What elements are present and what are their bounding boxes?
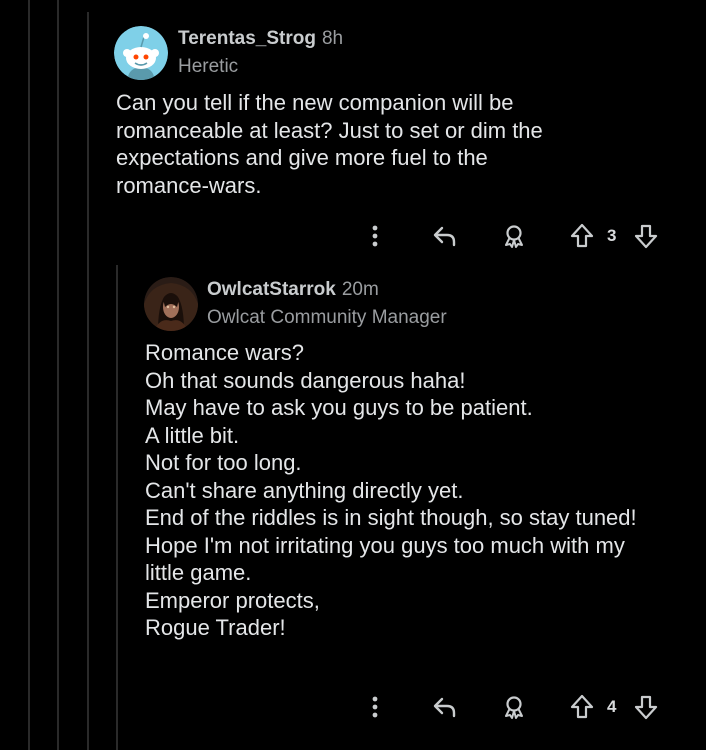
comment-owlcatstarrok: OwlcatStarrok 20m Owlcat Community Manage… bbox=[0, 262, 706, 750]
upvote-icon[interactable] bbox=[566, 218, 598, 254]
author-line: OwlcatStarrok 20m bbox=[207, 279, 379, 301]
upvote-icon[interactable] bbox=[566, 689, 598, 725]
comment-terentas: Terentas_Strog 8h Heretic Can you tell if… bbox=[0, 0, 706, 262]
more-icon[interactable] bbox=[360, 689, 390, 725]
award-icon[interactable] bbox=[497, 218, 531, 254]
comment-body-line: Romance wars? bbox=[145, 340, 304, 365]
comment-body-line: May have to ask you guys to be patient. bbox=[145, 395, 533, 420]
more-icon[interactable] bbox=[360, 218, 390, 254]
timestamp: 20m bbox=[341, 279, 379, 300]
author-name[interactable]: OwlcatStarrok bbox=[207, 279, 336, 300]
user-flair: Owlcat Community Manager bbox=[207, 307, 447, 328]
user-flair: Heretic bbox=[178, 56, 239, 77]
vote-count: 3 bbox=[607, 226, 617, 245]
comment-body-line: Hope I'm not irritating you guys too muc… bbox=[145, 532, 625, 558]
comment-body-line: A little bit. bbox=[145, 422, 240, 448]
comment-body: Can you tell if the new companion will b… bbox=[116, 89, 543, 199]
author-line: Terentas_Strog 8h bbox=[178, 28, 343, 50]
comment-body-line: Oh that sounds dangerous haha! bbox=[145, 367, 466, 393]
character-portrait-avatar[interactable] bbox=[144, 277, 198, 331]
reply-icon[interactable] bbox=[428, 218, 462, 254]
comment-body-line: romance-wars. bbox=[116, 172, 262, 198]
comment-body-line: expectations and give more fuel to the bbox=[116, 145, 488, 170]
comment-body-line: Emperor protects, bbox=[145, 587, 320, 613]
author-name[interactable]: Terentas_Strog bbox=[178, 28, 316, 49]
comment-actions: 3 bbox=[0, 218, 706, 254]
comment-body-line: Can you tell if the new companion will b… bbox=[116, 90, 514, 115]
comment-body-line: Can't share anything directly yet. bbox=[145, 477, 464, 503]
downvote-icon[interactable] bbox=[630, 218, 662, 254]
comment-body-line: Rogue Trader! bbox=[145, 615, 286, 640]
reply-icon[interactable] bbox=[428, 689, 462, 725]
comment-body-line: little game. bbox=[145, 560, 252, 585]
comment-body: Romance wars? Oh that sounds dangerous h… bbox=[145, 339, 637, 642]
snoo-avatar-icon[interactable] bbox=[114, 26, 168, 80]
vote-count: 4 bbox=[607, 697, 617, 716]
award-icon[interactable] bbox=[497, 689, 531, 725]
comment-body-line: Not for too long. bbox=[145, 450, 302, 475]
timestamp: 8h bbox=[321, 28, 344, 49]
comment-body-line: romanceable at least? Just to set or dim… bbox=[116, 117, 543, 143]
comment-actions: 4 bbox=[0, 689, 706, 725]
downvote-icon[interactable] bbox=[630, 689, 662, 725]
comment-body-line: End of the riddles is in sight though, s… bbox=[145, 505, 637, 530]
